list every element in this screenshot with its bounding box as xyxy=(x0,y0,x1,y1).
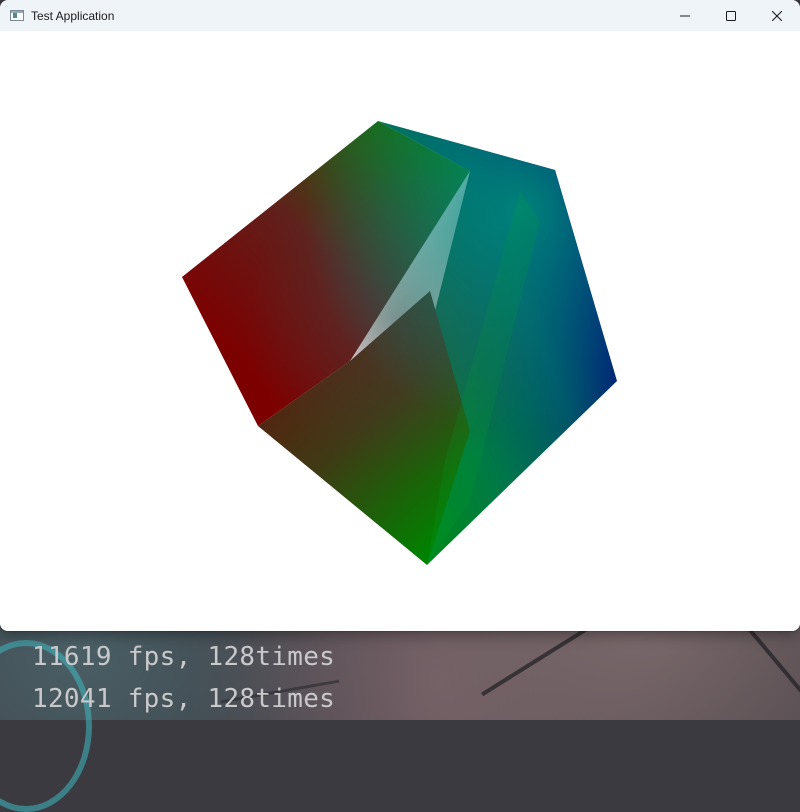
rotating-cube xyxy=(182,121,617,565)
title-bar[interactable]: Test Application xyxy=(0,0,800,31)
cube-shading xyxy=(182,121,617,565)
close-button[interactable] xyxy=(754,0,800,31)
console-output: 11619 fps, 128times 12041 fps, 128times xyxy=(32,636,492,720)
caption-buttons xyxy=(662,0,800,31)
close-icon xyxy=(772,10,782,21)
app-window: Test Application xyxy=(0,0,800,631)
maximize-button[interactable] xyxy=(708,0,754,31)
app-window-icon[interactable] xyxy=(10,10,24,21)
console-line: 12041 fps, 128times xyxy=(32,684,336,714)
render-viewport[interactable] xyxy=(0,31,800,631)
console-line: 11619 fps, 128times xyxy=(32,642,336,672)
minimize-button[interactable] xyxy=(662,0,708,31)
minimize-icon xyxy=(680,15,690,16)
window-title: Test Application xyxy=(31,8,115,23)
maximize-icon xyxy=(726,10,736,21)
